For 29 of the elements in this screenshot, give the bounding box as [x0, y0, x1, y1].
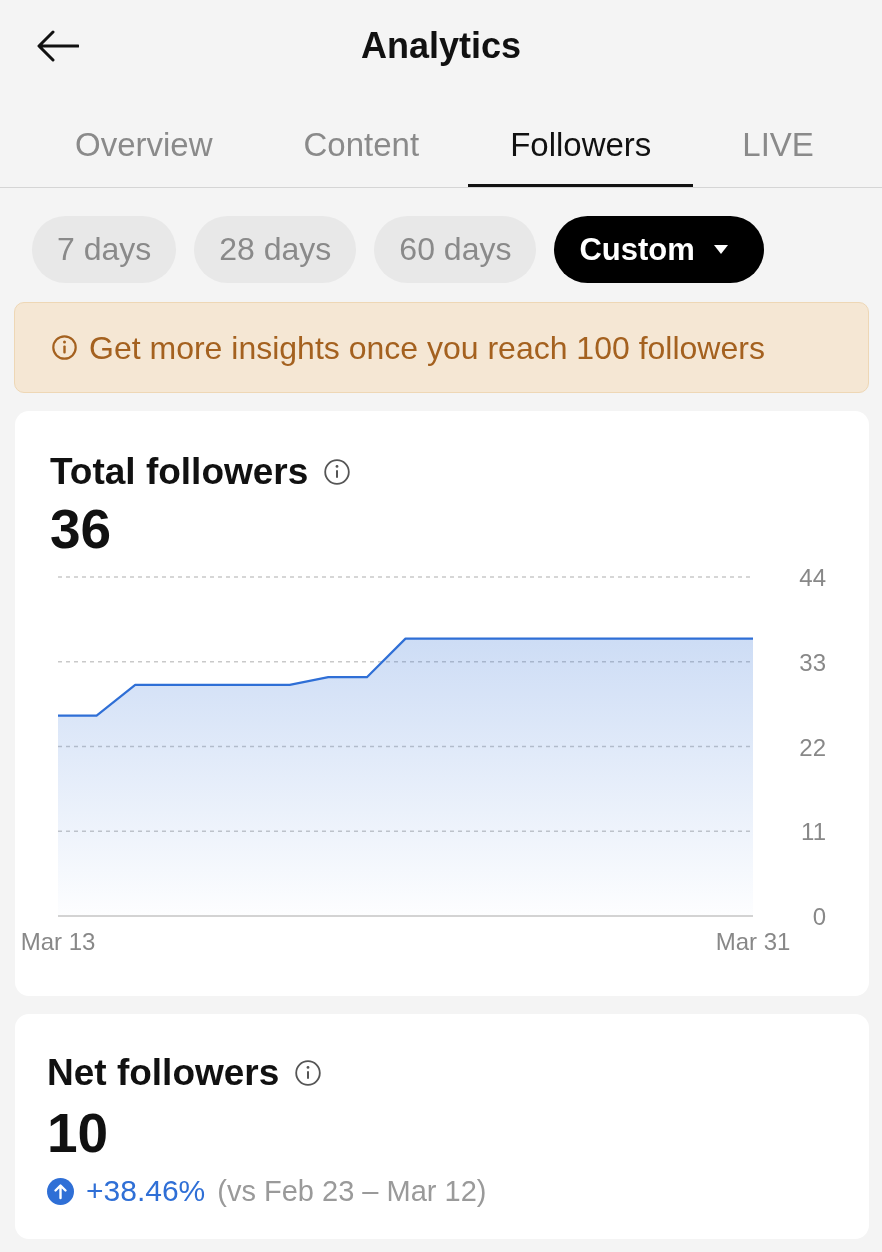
y-axis-label: 11	[801, 818, 826, 846]
tab[interactable]: Followers	[468, 92, 694, 187]
date-range-chip[interactable]: 60 days	[374, 216, 537, 283]
notice-text: Get more insights once you reach 100 followers	[89, 329, 765, 366]
page-title: Analytics	[360, 24, 522, 68]
caret-icon	[713, 245, 728, 254]
y-axis-label: 22	[799, 733, 826, 761]
info-icon	[52, 335, 77, 360]
follower-count: 36	[50, 499, 112, 559]
net-follower-count: 10	[47, 1103, 109, 1163]
tab[interactable]: Content	[261, 92, 462, 187]
y-axis-label: 44	[799, 564, 826, 591]
comparison-period: (vs Feb 23 – Mar 12)	[217, 1174, 487, 1209]
info-icon[interactable]	[295, 1060, 322, 1086]
date-range-chip[interactable]: Custom	[554, 216, 764, 283]
x-axis-label: Mar 31	[715, 928, 791, 955]
date-range-chip[interactable]: 28 days	[194, 216, 357, 283]
y-axis-label: 0	[812, 903, 826, 930]
y-axis-label: 33	[799, 648, 826, 676]
x-axis-label: Mar 13	[20, 928, 96, 955]
date-range-chip[interactable]: 7 days	[32, 216, 177, 283]
change-percent: +38.46%	[86, 1173, 206, 1209]
back-button[interactable]	[37, 30, 79, 62]
card-title: Net followers	[47, 1051, 280, 1095]
tab[interactable]: Overview	[33, 92, 255, 187]
card-title: Total followers	[50, 450, 309, 494]
back-arrow-icon	[37, 30, 79, 62]
info-icon[interactable]	[324, 459, 351, 485]
tab[interactable]: LIVE	[700, 92, 856, 187]
